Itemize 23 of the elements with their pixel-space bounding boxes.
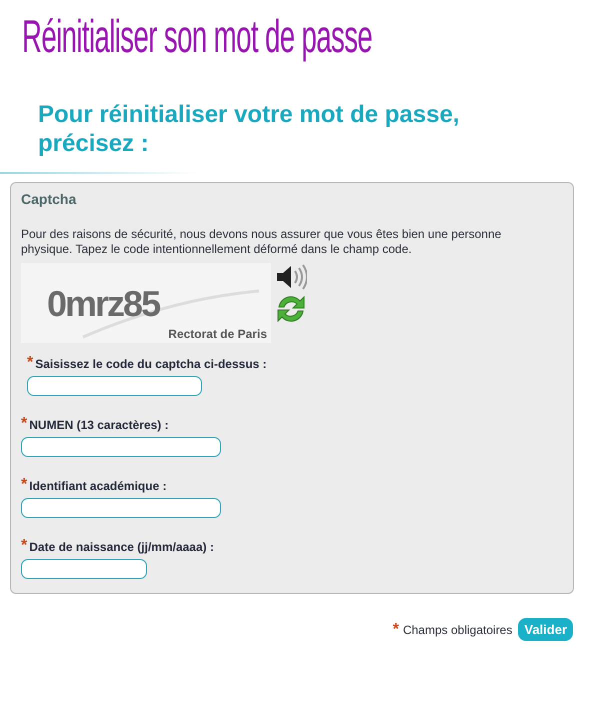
required-marker: * — [21, 418, 28, 430]
submit-button[interactable]: Valider — [518, 618, 573, 641]
field-label: NUMEN (13 caractères) : — [29, 418, 169, 432]
refresh-icon[interactable] — [275, 293, 307, 325]
field-label: Saisissez le code du captcha ci-dessus : — [35, 357, 267, 371]
panel-legend: Captcha — [21, 191, 563, 207]
required-marker: * — [392, 624, 399, 636]
input-field[interactable] — [21, 559, 147, 579]
speaker-icon[interactable] — [275, 263, 307, 291]
field-label: Identifiant académique : — [29, 479, 167, 493]
required-note: Champs obligatoires — [402, 622, 512, 636]
input-field[interactable] — [21, 498, 221, 518]
required-marker: * — [27, 357, 34, 369]
input-field[interactable] — [27, 376, 202, 396]
field-label: Date de naissance (jj/mm/aaaa) : — [29, 540, 214, 554]
captcha-code: 0mrz85 — [47, 283, 160, 325]
required-marker: * — [21, 540, 28, 552]
section-heading: Pour réinitialiser votre mot de passe, précisez : — [38, 100, 460, 158]
page-title: Réinitialiser son mot de passe — [22, 9, 372, 64]
captcha-description: Pour des raisons de sécurité, nous devons nous assurer que vous êtes bien une personne physique. Tapez le code intentionnellement déformé dans le champ code. — [21, 227, 502, 257]
captcha-caption: Rectorat de Paris — [168, 327, 267, 341]
input-field[interactable] — [21, 437, 221, 457]
required-marker: * — [21, 479, 28, 491]
